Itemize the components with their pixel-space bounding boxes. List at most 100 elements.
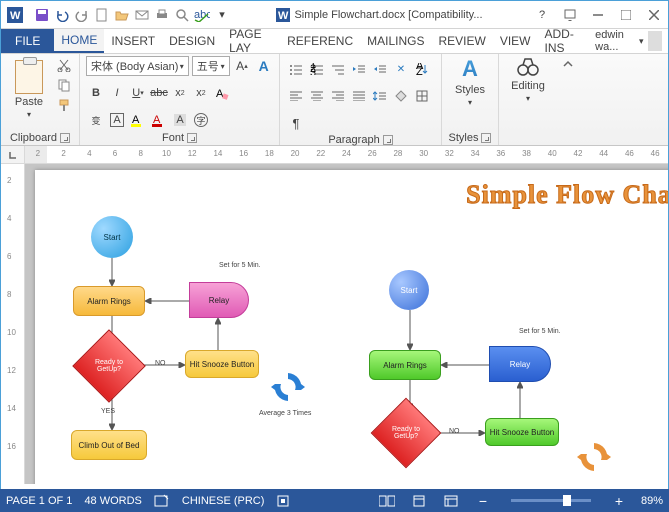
close-icon[interactable] xyxy=(640,5,668,25)
doc-icon: W xyxy=(276,8,290,22)
enclose-char-icon[interactable]: 字 xyxy=(191,110,211,130)
text-effects-icon[interactable]: A xyxy=(254,56,273,76)
copy-icon[interactable] xyxy=(55,76,73,94)
quickprint-icon[interactable] xyxy=(153,6,171,24)
tab-selector[interactable] xyxy=(1,146,25,163)
format-painter-icon[interactable] xyxy=(55,96,73,114)
vertical-ruler[interactable]: 246810121416 xyxy=(1,164,25,484)
char-border-icon[interactable]: A xyxy=(107,110,127,130)
asian-layout-icon[interactable]: ✕ xyxy=(391,59,411,79)
undo-icon[interactable] xyxy=(53,6,71,24)
collapse-ribbon-icon[interactable] xyxy=(557,54,579,145)
increase-indent-icon[interactable] xyxy=(370,59,390,79)
qat-customize-icon[interactable]: ▾ xyxy=(213,6,231,24)
web-layout-icon[interactable] xyxy=(441,493,461,509)
flow2-alarm: Alarm Rings xyxy=(369,350,441,380)
svg-text:Z: Z xyxy=(416,66,423,75)
sort-icon[interactable]: AZ xyxy=(412,59,432,79)
grow-font-icon[interactable]: A▴ xyxy=(233,56,252,76)
strikethrough-button[interactable]: abc xyxy=(149,83,169,103)
styles-button[interactable]: A Styles ▾ xyxy=(448,56,492,107)
highlight-icon[interactable]: A xyxy=(128,110,148,130)
decrease-indent-icon[interactable] xyxy=(349,59,369,79)
tab-review[interactable]: REVIEW xyxy=(431,29,492,53)
tab-insert[interactable]: INSERT xyxy=(104,29,162,53)
font-size-value: 五号 xyxy=(197,58,219,74)
paragraph-dialog-icon[interactable] xyxy=(383,135,393,145)
font-size-select[interactable]: 五号▾ xyxy=(192,56,230,76)
zoom-slider[interactable] xyxy=(511,499,591,502)
status-proofing-icon[interactable] xyxy=(154,494,170,508)
multilevel-icon[interactable] xyxy=(328,59,348,79)
account-name[interactable]: edwin wa...▾ xyxy=(589,29,668,53)
flow2-no-label: NO xyxy=(449,428,460,435)
font-color-icon[interactable]: A xyxy=(149,110,169,130)
tab-addins[interactable]: ADD-INS xyxy=(538,29,590,53)
status-macro-icon[interactable] xyxy=(276,494,290,508)
minimize-icon[interactable] xyxy=(584,5,612,25)
flow1-snooze: Hit Snooze Button xyxy=(185,350,259,378)
char-shading-icon[interactable]: A xyxy=(170,110,190,130)
styles-btn-label: Styles xyxy=(455,84,485,96)
ribbon-options-icon[interactable] xyxy=(556,5,584,25)
tab-home[interactable]: HOME xyxy=(54,29,104,53)
zoom-thumb[interactable] xyxy=(563,495,571,506)
clipboard-label: Clipboard xyxy=(10,132,57,144)
show-marks-icon[interactable]: ¶ xyxy=(286,113,306,133)
flow1-no-label: NO xyxy=(155,360,166,367)
save-icon[interactable] xyxy=(33,6,51,24)
avatar xyxy=(648,31,662,51)
status-page[interactable]: PAGE 1 OF 1 xyxy=(6,495,72,507)
italic-button[interactable]: I xyxy=(107,83,127,103)
clipboard-dialog-icon[interactable] xyxy=(60,133,70,143)
align-center-icon[interactable] xyxy=(307,86,327,106)
redo-icon[interactable] xyxy=(73,6,91,24)
zoom-level[interactable]: 89% xyxy=(641,495,663,507)
help-icon[interactable]: ? xyxy=(528,5,556,25)
subscript-button[interactable]: x2 xyxy=(170,83,190,103)
zoom-out-icon[interactable]: − xyxy=(473,493,493,509)
underline-button[interactable]: U▾ xyxy=(128,83,148,103)
group-clipboard: Paste ▾ Clipboard xyxy=(1,54,80,145)
tab-view[interactable]: VIEW xyxy=(493,29,538,53)
email-icon[interactable] xyxy=(133,6,151,24)
tab-references[interactable]: REFERENC xyxy=(280,29,360,53)
status-words[interactable]: 48 WORDS xyxy=(84,495,141,507)
preview-icon[interactable] xyxy=(173,6,191,24)
editing-button[interactable]: Editing ▾ xyxy=(505,56,551,103)
print-layout-icon[interactable] xyxy=(409,493,429,509)
paste-button[interactable]: Paste ▾ xyxy=(7,56,51,122)
cut-icon[interactable] xyxy=(55,56,73,74)
spelling-icon[interactable]: abc xyxy=(193,6,211,24)
styles-dialog-icon[interactable] xyxy=(481,133,491,143)
status-language[interactable]: CHINESE (PRC) xyxy=(182,495,265,507)
open-icon[interactable] xyxy=(113,6,131,24)
tab-design[interactable]: DESIGN xyxy=(162,29,222,53)
font-dialog-icon[interactable] xyxy=(187,133,197,143)
numbering-icon[interactable]: 123 xyxy=(307,59,327,79)
phonetic-guide-icon[interactable]: 变 xyxy=(86,110,106,130)
line-spacing-icon[interactable] xyxy=(370,86,390,106)
align-left-icon[interactable] xyxy=(286,86,306,106)
font-name-select[interactable]: 宋体 (Body Asian)▾ xyxy=(86,56,189,76)
read-mode-icon[interactable] xyxy=(377,493,397,509)
flow1-avg-label: Average 3 Times xyxy=(259,410,311,417)
page[interactable]: Simple Flow Chart Start Alarm Rings Rela… xyxy=(35,170,668,484)
borders-icon[interactable] xyxy=(412,86,432,106)
shading-icon[interactable] xyxy=(391,86,411,106)
bullets-icon[interactable] xyxy=(286,59,306,79)
horizontal-ruler[interactable]: 2246810121416182022242628303234363840424… xyxy=(1,146,668,164)
superscript-button[interactable]: x2 xyxy=(191,83,211,103)
align-right-icon[interactable] xyxy=(328,86,348,106)
maximize-icon[interactable] xyxy=(612,5,640,25)
flow2-set-label: Set for 5 Min. xyxy=(519,328,561,335)
zoom-in-icon[interactable]: + xyxy=(609,493,629,509)
bold-button[interactable]: B xyxy=(86,83,106,103)
clear-format-icon[interactable]: A xyxy=(212,83,232,103)
tab-page-layout[interactable]: PAGE LAY xyxy=(222,29,280,53)
justify-icon[interactable] xyxy=(349,86,369,106)
tab-mailings[interactable]: MAILINGS xyxy=(360,29,431,53)
tab-file[interactable]: FILE xyxy=(1,29,54,53)
new-icon[interactable] xyxy=(93,6,111,24)
flow2-snooze: Hit Snooze Button xyxy=(485,418,559,446)
